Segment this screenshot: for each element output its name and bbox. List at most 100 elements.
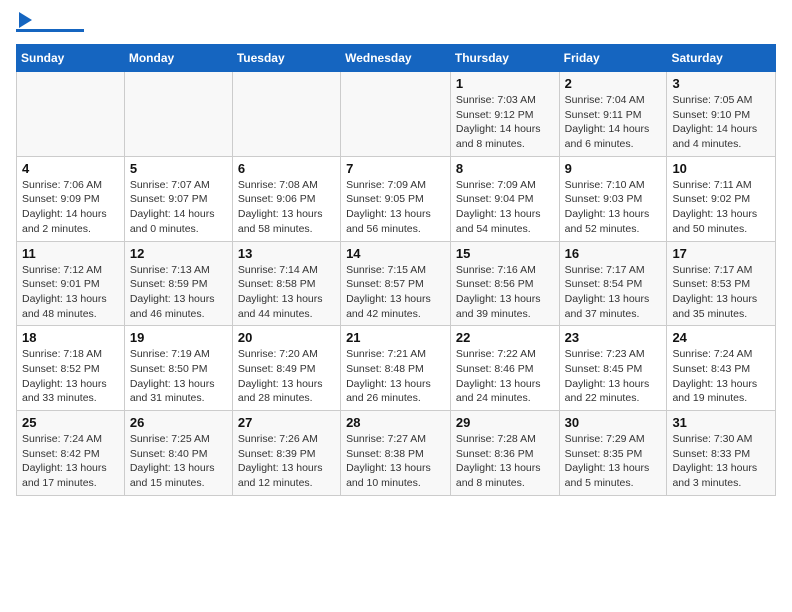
day-number: 28	[346, 415, 445, 430]
day-info: Sunrise: 7:12 AM Sunset: 9:01 PM Dayligh…	[22, 263, 119, 322]
day-info: Sunrise: 7:17 AM Sunset: 8:53 PM Dayligh…	[672, 263, 770, 322]
day-info: Sunrise: 7:07 AM Sunset: 9:07 PM Dayligh…	[130, 178, 227, 237]
day-info: Sunrise: 7:03 AM Sunset: 9:12 PM Dayligh…	[456, 93, 554, 152]
day-info: Sunrise: 7:17 AM Sunset: 8:54 PM Dayligh…	[565, 263, 662, 322]
calendar-cell: 1 Sunrise: 7:03 AM Sunset: 9:12 PM Daylig…	[450, 72, 559, 157]
day-number: 29	[456, 415, 554, 430]
calendar-cell: 27 Sunrise: 7:26 AM Sunset: 8:39 PM Dayli…	[232, 411, 340, 496]
calendar-cell: 8 Sunrise: 7:09 AM Sunset: 9:04 PM Daylig…	[450, 156, 559, 241]
week-row-1: 1 Sunrise: 7:03 AM Sunset: 9:12 PM Daylig…	[17, 72, 776, 157]
calendar-cell: 16 Sunrise: 7:17 AM Sunset: 8:54 PM Dayli…	[559, 241, 667, 326]
day-number: 12	[130, 246, 227, 261]
calendar-cell	[341, 72, 451, 157]
day-number: 27	[238, 415, 335, 430]
calendar-cell: 10 Sunrise: 7:11 AM Sunset: 9:02 PM Dayli…	[667, 156, 776, 241]
day-info: Sunrise: 7:14 AM Sunset: 8:58 PM Dayligh…	[238, 263, 335, 322]
calendar-cell: 17 Sunrise: 7:17 AM Sunset: 8:53 PM Dayli…	[667, 241, 776, 326]
day-number: 11	[22, 246, 119, 261]
day-info: Sunrise: 7:20 AM Sunset: 8:49 PM Dayligh…	[238, 347, 335, 406]
week-row-5: 25 Sunrise: 7:24 AM Sunset: 8:42 PM Dayli…	[17, 411, 776, 496]
page-header	[16, 16, 776, 32]
day-info: Sunrise: 7:29 AM Sunset: 8:35 PM Dayligh…	[565, 432, 662, 491]
calendar-cell: 14 Sunrise: 7:15 AM Sunset: 8:57 PM Dayli…	[341, 241, 451, 326]
calendar-cell: 24 Sunrise: 7:24 AM Sunset: 8:43 PM Dayli…	[667, 326, 776, 411]
calendar-cell: 19 Sunrise: 7:19 AM Sunset: 8:50 PM Dayli…	[124, 326, 232, 411]
day-number: 18	[22, 330, 119, 345]
calendar-cell: 9 Sunrise: 7:10 AM Sunset: 9:03 PM Daylig…	[559, 156, 667, 241]
calendar-cell: 31Sunrise: 7:30 AM Sunset: 8:33 PM Dayli…	[667, 411, 776, 496]
calendar-cell: 23 Sunrise: 7:23 AM Sunset: 8:45 PM Dayli…	[559, 326, 667, 411]
week-row-4: 18 Sunrise: 7:18 AM Sunset: 8:52 PM Dayli…	[17, 326, 776, 411]
day-number: 21	[346, 330, 445, 345]
calendar-cell: 13 Sunrise: 7:14 AM Sunset: 8:58 PM Dayli…	[232, 241, 340, 326]
day-number: 5	[130, 161, 227, 176]
day-info: Sunrise: 7:10 AM Sunset: 9:03 PM Dayligh…	[565, 178, 662, 237]
header-tuesday: Tuesday	[232, 45, 340, 72]
day-info: Sunrise: 7:24 AM Sunset: 8:42 PM Dayligh…	[22, 432, 119, 491]
day-number: 24	[672, 330, 770, 345]
day-info: Sunrise: 7:26 AM Sunset: 8:39 PM Dayligh…	[238, 432, 335, 491]
day-info: Sunrise: 7:23 AM Sunset: 8:45 PM Dayligh…	[565, 347, 662, 406]
calendar-cell: 20 Sunrise: 7:20 AM Sunset: 8:49 PM Dayli…	[232, 326, 340, 411]
calendar-cell: 6 Sunrise: 7:08 AM Sunset: 9:06 PM Daylig…	[232, 156, 340, 241]
day-number: 7	[346, 161, 445, 176]
day-info: Sunrise: 7:15 AM Sunset: 8:57 PM Dayligh…	[346, 263, 445, 322]
calendar-cell: 2 Sunrise: 7:04 AM Sunset: 9:11 PM Daylig…	[559, 72, 667, 157]
calendar-cell: 21 Sunrise: 7:21 AM Sunset: 8:48 PM Dayli…	[341, 326, 451, 411]
calendar-cell: 4Sunrise: 7:06 AM Sunset: 9:09 PM Daylig…	[17, 156, 125, 241]
day-info: Sunrise: 7:06 AM Sunset: 9:09 PM Dayligh…	[22, 178, 119, 237]
logo-arrow-icon	[19, 12, 32, 28]
day-number: 31	[672, 415, 770, 430]
header-friday: Friday	[559, 45, 667, 72]
calendar-cell: 5 Sunrise: 7:07 AM Sunset: 9:07 PM Daylig…	[124, 156, 232, 241]
day-info: Sunrise: 7:08 AM Sunset: 9:06 PM Dayligh…	[238, 178, 335, 237]
day-info: Sunrise: 7:09 AM Sunset: 9:05 PM Dayligh…	[346, 178, 445, 237]
day-number: 13	[238, 246, 335, 261]
day-info: Sunrise: 7:05 AM Sunset: 9:10 PM Dayligh…	[672, 93, 770, 152]
day-number: 1	[456, 76, 554, 91]
day-number: 30	[565, 415, 662, 430]
day-info: Sunrise: 7:25 AM Sunset: 8:40 PM Dayligh…	[130, 432, 227, 491]
header-monday: Monday	[124, 45, 232, 72]
day-number: 26	[130, 415, 227, 430]
week-row-2: 4Sunrise: 7:06 AM Sunset: 9:09 PM Daylig…	[17, 156, 776, 241]
day-number: 3	[672, 76, 770, 91]
day-number: 23	[565, 330, 662, 345]
calendar-header-row: Sunday Monday Tuesday Wednesday Thursday…	[17, 45, 776, 72]
week-row-3: 11 Sunrise: 7:12 AM Sunset: 9:01 PM Dayli…	[17, 241, 776, 326]
day-number: 10	[672, 161, 770, 176]
calendar-cell: 26 Sunrise: 7:25 AM Sunset: 8:40 PM Dayli…	[124, 411, 232, 496]
day-info: Sunrise: 7:11 AM Sunset: 9:02 PM Dayligh…	[672, 178, 770, 237]
day-info: Sunrise: 7:19 AM Sunset: 8:50 PM Dayligh…	[130, 347, 227, 406]
day-number: 25	[22, 415, 119, 430]
day-number: 8	[456, 161, 554, 176]
day-info: Sunrise: 7:09 AM Sunset: 9:04 PM Dayligh…	[456, 178, 554, 237]
header-saturday: Saturday	[667, 45, 776, 72]
day-number: 2	[565, 76, 662, 91]
calendar-cell	[124, 72, 232, 157]
day-info: Sunrise: 7:16 AM Sunset: 8:56 PM Dayligh…	[456, 263, 554, 322]
day-info: Sunrise: 7:18 AM Sunset: 8:52 PM Dayligh…	[22, 347, 119, 406]
header-sunday: Sunday	[17, 45, 125, 72]
calendar-cell: 28Sunrise: 7:27 AM Sunset: 8:38 PM Dayli…	[341, 411, 451, 496]
day-number: 16	[565, 246, 662, 261]
header-thursday: Thursday	[450, 45, 559, 72]
calendar-cell	[17, 72, 125, 157]
calendar-table: Sunday Monday Tuesday Wednesday Thursday…	[16, 44, 776, 496]
calendar-cell: 15Sunrise: 7:16 AM Sunset: 8:56 PM Dayli…	[450, 241, 559, 326]
day-number: 20	[238, 330, 335, 345]
calendar-cell: 3 Sunrise: 7:05 AM Sunset: 9:10 PM Daylig…	[667, 72, 776, 157]
day-number: 17	[672, 246, 770, 261]
header-wednesday: Wednesday	[341, 45, 451, 72]
calendar-cell	[232, 72, 340, 157]
day-number: 9	[565, 161, 662, 176]
day-number: 19	[130, 330, 227, 345]
calendar-cell: 29Sunrise: 7:28 AM Sunset: 8:36 PM Dayli…	[450, 411, 559, 496]
day-number: 22	[456, 330, 554, 345]
day-number: 6	[238, 161, 335, 176]
day-info: Sunrise: 7:04 AM Sunset: 9:11 PM Dayligh…	[565, 93, 662, 152]
day-number: 14	[346, 246, 445, 261]
day-info: Sunrise: 7:21 AM Sunset: 8:48 PM Dayligh…	[346, 347, 445, 406]
day-info: Sunrise: 7:22 AM Sunset: 8:46 PM Dayligh…	[456, 347, 554, 406]
day-info: Sunrise: 7:24 AM Sunset: 8:43 PM Dayligh…	[672, 347, 770, 406]
